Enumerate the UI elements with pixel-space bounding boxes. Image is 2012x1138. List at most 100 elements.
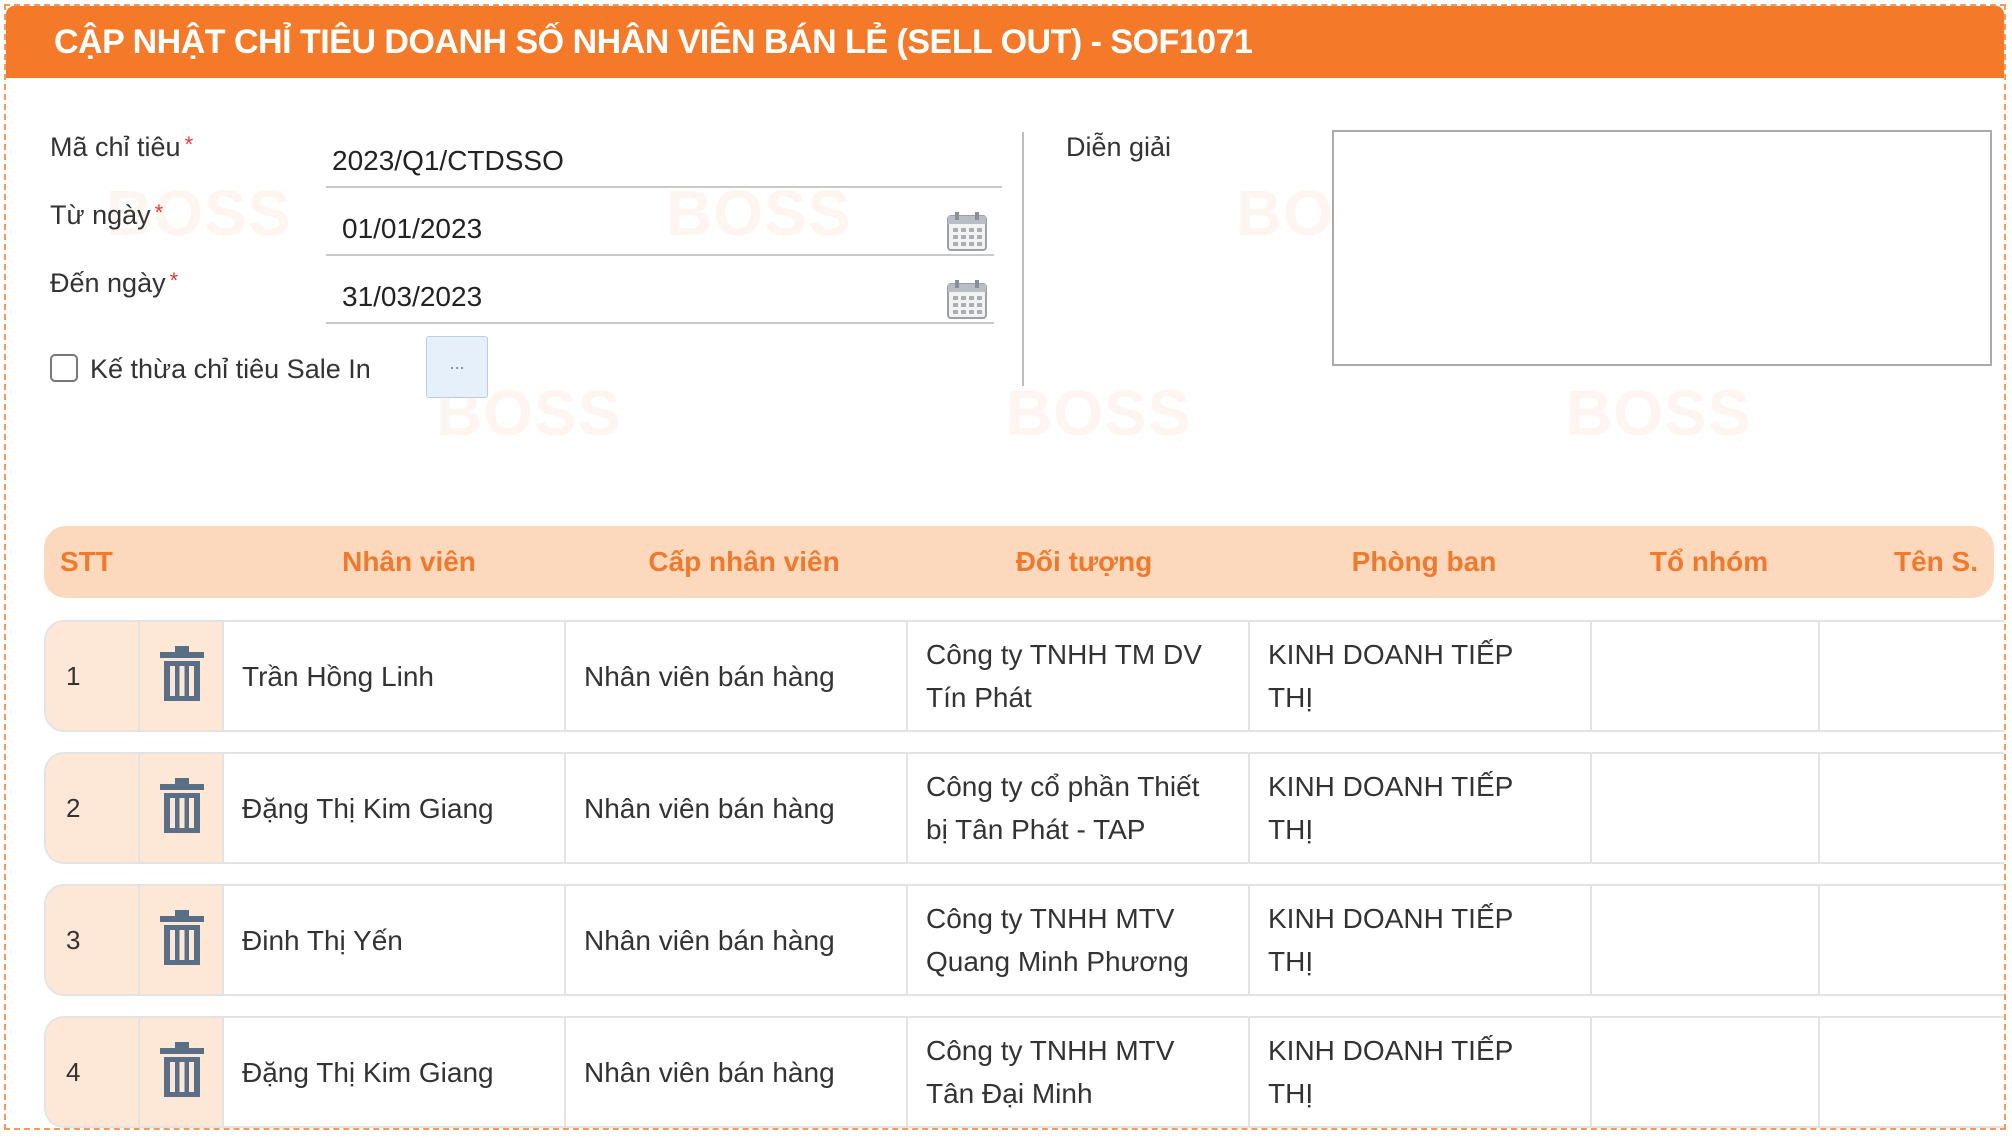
code-input[interactable]: 2023/Q1/CTDSSO bbox=[326, 134, 1002, 188]
employee-name: Trần Hồng Linh bbox=[242, 660, 434, 692]
object-line-2: Quang Minh Phương bbox=[926, 946, 1189, 977]
to-date-input[interactable]: 31/03/2023 bbox=[326, 270, 994, 324]
department-line-2: THỊ bbox=[1268, 682, 1314, 713]
code-label: Mã chỉ tiêu * bbox=[50, 132, 193, 163]
cell-group bbox=[1592, 754, 1820, 862]
inherit-browse-button[interactable]: ... bbox=[426, 336, 488, 398]
row-stt: 2 bbox=[46, 754, 140, 862]
row-stt: 4 bbox=[46, 1018, 140, 1126]
cell-department: KINH DOANH TIẾP THỊ bbox=[1250, 886, 1592, 994]
department-line-1: KINH DOANH TIẾP bbox=[1268, 903, 1514, 934]
cell-employee: Đặng Thị Kim Giang bbox=[224, 754, 566, 862]
object-line-2: bị Tân Phát - TAP bbox=[926, 814, 1146, 845]
delete-cell[interactable] bbox=[140, 886, 224, 994]
calendar-icon[interactable] bbox=[946, 210, 988, 252]
cell-employee-level: Nhân viên bán hàng bbox=[566, 886, 908, 994]
cell-department: KINH DOANH TIẾP THỊ bbox=[1250, 622, 1592, 730]
object-line-1: Công ty TNHH MTV bbox=[926, 1035, 1175, 1066]
department-line-2: THỊ bbox=[1268, 814, 1314, 845]
cell-employee: Đặng Thị Kim Giang bbox=[224, 1018, 566, 1126]
cell-extra bbox=[1820, 754, 2004, 862]
cell-employee-level: Nhân viên bán hàng bbox=[566, 622, 908, 730]
row-stt: 3 bbox=[46, 886, 140, 994]
department-line-1: KINH DOANH TIẾP bbox=[1268, 1035, 1514, 1066]
trash-icon[interactable] bbox=[158, 778, 206, 834]
employee-name: Đinh Thị Yến bbox=[242, 924, 403, 956]
header-employee[interactable]: Nhân viên bbox=[244, 526, 574, 598]
from-date-label: Từ ngày * bbox=[50, 200, 163, 231]
cell-extra bbox=[1820, 886, 2004, 994]
to-date-value: 31/03/2023 bbox=[342, 281, 483, 312]
table-row[interactable]: 2 Đặng Thị Kim Giang Nhân viên bán hàng … bbox=[44, 752, 2004, 864]
header-department[interactable]: Phòng ban bbox=[1254, 526, 1594, 598]
description-textarea[interactable] bbox=[1332, 130, 1992, 366]
grid-header: STT Nhân viên Cấp nhân viên Đối tượng Ph… bbox=[44, 526, 1994, 598]
object-line-2: Tân Đại Minh bbox=[926, 1078, 1093, 1109]
inherit-sale-in-label: Kế thừa chỉ tiêu Sale In bbox=[90, 354, 371, 384]
cell-employee: Trần Hồng Linh bbox=[224, 622, 566, 730]
employee-level: Nhân viên bán hàng bbox=[584, 792, 835, 824]
object-line-2: Tín Phát bbox=[926, 682, 1032, 713]
department-line-1: KINH DOANH TIẾP bbox=[1268, 639, 1514, 670]
object-line-1: Công ty cổ phần Thiết bbox=[926, 771, 1200, 802]
department-line-2: THỊ bbox=[1268, 946, 1314, 977]
header-extra[interactable]: Tên S. bbox=[1894, 526, 2004, 598]
to-date-label-text: Đến ngày bbox=[50, 268, 166, 298]
department-line-1: KINH DOANH TIẾP bbox=[1268, 771, 1514, 802]
page-title: CẬP NHẬT CHỈ TIÊU DOANH SỐ NHÂN VIÊN BÁN… bbox=[54, 23, 1253, 61]
required-mark: * bbox=[154, 200, 164, 225]
table-row[interactable]: 3 Đinh Thị Yến Nhân viên bán hàng Công t… bbox=[44, 884, 2004, 996]
delete-cell[interactable] bbox=[140, 1018, 224, 1126]
cell-object: Công ty TNHH MTV Quang Minh Phương bbox=[908, 886, 1250, 994]
cell-employee-level: Nhân viên bán hàng bbox=[566, 754, 908, 862]
table-row[interactable]: 1 Trần Hồng Linh Nhân viên bán hàng Công… bbox=[44, 620, 2004, 732]
trash-icon[interactable] bbox=[158, 910, 206, 966]
from-date-value: 01/01/2023 bbox=[342, 213, 483, 244]
cell-group bbox=[1592, 886, 1820, 994]
code-label-text: Mã chỉ tiêu bbox=[50, 132, 181, 162]
employee-level: Nhân viên bán hàng bbox=[584, 924, 835, 956]
code-value: 2023/Q1/CTDSSO bbox=[332, 145, 564, 176]
description-label: Diễn giải bbox=[1066, 132, 1172, 162]
to-date-label: Đến ngày * bbox=[50, 268, 178, 299]
cell-extra bbox=[1820, 1018, 2004, 1126]
form-window: BOSS BOSS BOSS BOSS BOSS BOSS BOSS CẬP N… bbox=[4, 4, 2006, 1130]
form-divider bbox=[1022, 132, 1024, 386]
department-line-2: THỊ bbox=[1268, 1078, 1314, 1109]
cell-object: Công ty cổ phần Thiết bị Tân Phát - TAP bbox=[908, 754, 1250, 862]
row-stt: 1 bbox=[46, 622, 140, 730]
cell-group bbox=[1592, 1018, 1820, 1126]
table-row[interactable]: 4 Đặng Thị Kim Giang Nhân viên bán hàng … bbox=[44, 1016, 2004, 1128]
watermark: BOSS bbox=[1006, 377, 1192, 449]
calendar-icon[interactable] bbox=[946, 278, 988, 320]
cell-object: Công ty TNHH TM DV Tín Phát bbox=[908, 622, 1250, 730]
delete-cell[interactable] bbox=[140, 622, 224, 730]
title-bar: CẬP NHẬT CHỈ TIÊU DOANH SỐ NHÂN VIÊN BÁN… bbox=[6, 6, 2004, 78]
employee-name: Đặng Thị Kim Giang bbox=[242, 792, 494, 824]
employee-name: Đặng Thị Kim Giang bbox=[242, 1056, 494, 1088]
header-object[interactable]: Đối tượng bbox=[914, 526, 1254, 598]
header-group[interactable]: Tổ nhóm bbox=[1594, 526, 1824, 598]
employee-level: Nhân viên bán hàng bbox=[584, 1056, 835, 1088]
cell-employee: Đinh Thị Yến bbox=[224, 886, 566, 994]
trash-icon[interactable] bbox=[158, 1042, 206, 1098]
header-employee-level[interactable]: Cấp nhân viên bbox=[574, 526, 914, 598]
cell-object: Công ty TNHH MTV Tân Đại Minh bbox=[908, 1018, 1250, 1126]
employee-level: Nhân viên bán hàng bbox=[584, 660, 835, 692]
cell-department: KINH DOANH TIẾP THỊ bbox=[1250, 1018, 1592, 1126]
object-line-1: Công ty TNHH MTV bbox=[926, 903, 1175, 934]
required-mark: * bbox=[169, 268, 179, 293]
required-mark: * bbox=[184, 132, 194, 157]
cell-extra bbox=[1820, 622, 2004, 730]
delete-cell[interactable] bbox=[140, 754, 224, 862]
cell-group bbox=[1592, 622, 1820, 730]
object-line-1: Công ty TNHH TM DV bbox=[926, 639, 1202, 670]
watermark: BOSS bbox=[1566, 377, 1752, 449]
from-date-input[interactable]: 01/01/2023 bbox=[326, 202, 994, 256]
inherit-sale-in-checkbox[interactable] bbox=[50, 354, 78, 382]
trash-icon[interactable] bbox=[158, 646, 206, 702]
cell-employee-level: Nhân viên bán hàng bbox=[566, 1018, 908, 1126]
from-date-label-text: Từ ngày bbox=[50, 200, 151, 230]
header-stt[interactable]: STT bbox=[60, 526, 120, 598]
cell-department: KINH DOANH TIẾP THỊ bbox=[1250, 754, 1592, 862]
